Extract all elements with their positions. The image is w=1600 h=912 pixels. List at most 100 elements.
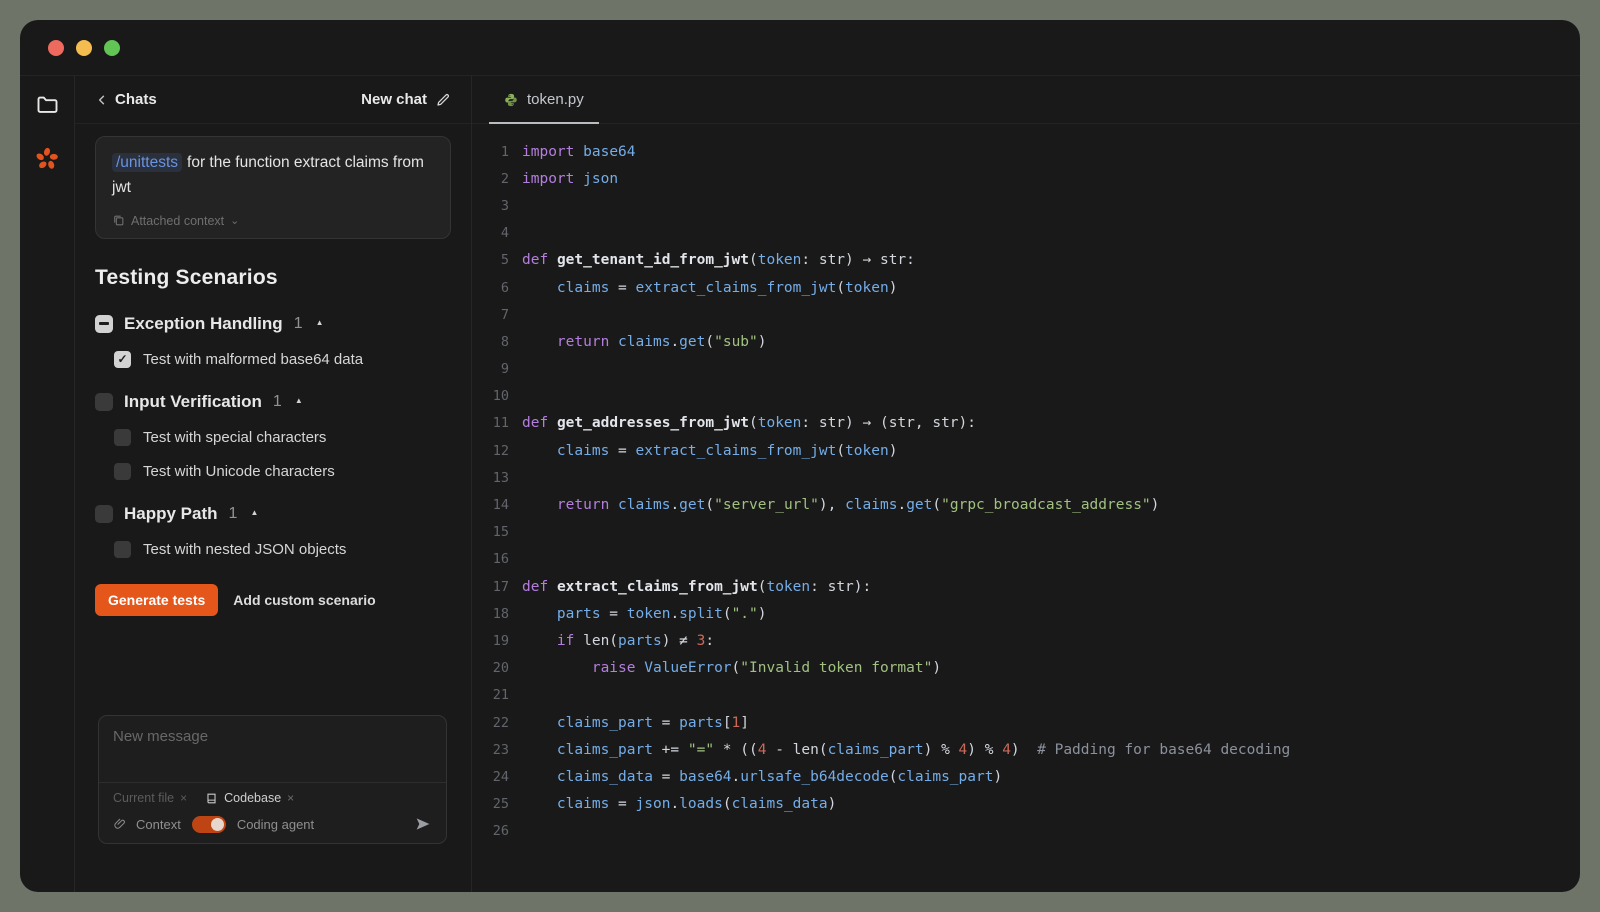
code-token: def [522, 252, 548, 268]
code-editor[interactable]: 1import base642import json345def get_ten… [472, 124, 1580, 892]
code-token: += [653, 742, 688, 758]
code-token: "=" [688, 742, 714, 758]
line-number: 8 [472, 334, 522, 350]
scenario-item: Test with malformed base64 data [95, 351, 451, 368]
code-line: 11def get_addresses_from_jwt(token: str)… [472, 410, 1580, 437]
window-controls [48, 40, 120, 56]
scenario-group-header[interactable]: Exception Handling1▲ [95, 314, 451, 334]
code-token: "." [732, 606, 758, 622]
code-line-content: import json [522, 171, 618, 187]
code-token: ( [732, 660, 741, 676]
current-file-chip[interactable]: Current file × [113, 791, 187, 805]
code-token: ( [705, 497, 714, 513]
collapse-caret-icon[interactable]: ▲ [295, 396, 303, 405]
code-token: get [679, 497, 705, 513]
slash-command-chip: /unittests [112, 153, 182, 172]
group-label: Input Verification [124, 392, 262, 412]
code-token: if [557, 633, 574, 649]
context-button[interactable]: Context [136, 817, 181, 832]
code-line: 13 [472, 464, 1580, 491]
group-checkbox[interactable] [95, 393, 113, 411]
attached-context-toggle[interactable]: Attached context ⌄ [112, 214, 434, 228]
code-line-content: claims = extract_claims_from_jwt(token) [522, 443, 897, 459]
group-label: Exception Handling [124, 314, 283, 334]
remove-chip-icon[interactable]: × [180, 791, 187, 805]
code-token: = [609, 443, 635, 459]
code-token: ( [932, 497, 941, 513]
send-icon [414, 815, 432, 833]
zoom-window-button[interactable] [104, 40, 120, 56]
code-token: token [845, 280, 889, 296]
line-number: 24 [472, 769, 522, 785]
close-window-button[interactable] [48, 40, 64, 56]
message-composer: Current file × Codebase × Context [98, 715, 447, 844]
tab-token-py[interactable]: token.py [489, 76, 599, 123]
pencil-icon [435, 92, 451, 108]
code-line: 7 [472, 301, 1580, 328]
chat-header: Chats New chat [75, 76, 471, 124]
remove-chip-icon[interactable]: × [287, 791, 294, 805]
item-checkbox[interactable] [114, 541, 131, 558]
code-token: - len( [766, 742, 827, 758]
chat-body: /unittestsfor the function extract claim… [75, 124, 471, 892]
code-token: extract_claims_from_jwt [636, 280, 837, 296]
item-checkbox[interactable] [114, 429, 131, 446]
augment-flower-icon[interactable] [34, 146, 60, 172]
code-token: def [522, 415, 548, 431]
collapse-caret-icon[interactable]: ▲ [250, 508, 258, 517]
code-token: ) [758, 334, 767, 350]
line-number: 13 [472, 470, 522, 486]
coding-agent-toggle[interactable] [192, 816, 226, 833]
code-token: ( [836, 280, 845, 296]
back-to-chats-button[interactable]: Chats [95, 91, 157, 108]
code-token: ) [828, 796, 837, 812]
item-checkbox[interactable] [114, 351, 131, 368]
code-token: ) [1151, 497, 1160, 513]
code-token [522, 633, 557, 649]
group-checkbox[interactable] [95, 505, 113, 523]
scenario-group-header[interactable]: Happy Path1▲ [95, 504, 451, 524]
user-message-card[interactable]: /unittestsfor the function extract claim… [95, 136, 451, 239]
line-number: 19 [472, 633, 522, 649]
code-token [636, 660, 645, 676]
code-token: = [653, 715, 679, 731]
user-message-text: /unittestsfor the function extract claim… [112, 151, 434, 201]
codebase-chip[interactable]: Codebase × [205, 791, 294, 805]
code-token: json [583, 171, 618, 187]
scenario-group: Exception Handling1▲ Test with malformed … [95, 314, 451, 368]
code-token: "server_url" [714, 497, 819, 513]
code-line: 10 [472, 383, 1580, 410]
send-message-button[interactable] [414, 815, 432, 833]
editor-tabbar: token.py [472, 76, 1580, 124]
code-token: ValueError [644, 660, 731, 676]
collapse-caret-icon[interactable]: ▲ [316, 318, 324, 327]
code-token: import [522, 144, 574, 160]
current-file-chip-label: Current file [113, 791, 174, 805]
code-token: . [670, 334, 679, 350]
code-token [522, 334, 557, 350]
minimize-window-button[interactable] [76, 40, 92, 56]
add-custom-scenario-button[interactable]: Add custom scenario [233, 592, 375, 608]
new-chat-button[interactable]: New chat [361, 91, 451, 108]
code-token: claims [557, 796, 609, 812]
code-token: get [679, 334, 705, 350]
line-number: 16 [472, 551, 522, 567]
group-checkbox[interactable] [95, 315, 113, 333]
scenario-group-header[interactable]: Input Verification1▲ [95, 392, 451, 412]
folder-icon[interactable] [34, 92, 60, 118]
line-number: 12 [472, 443, 522, 459]
item-checkbox[interactable] [114, 463, 131, 480]
code-line-content: claims_data = base64.urlsafe_b64decode(c… [522, 769, 1002, 785]
code-line-content: def get_tenant_id_from_jwt(token: str) →… [522, 252, 915, 268]
code-line: 20 raise ValueError("Invalid token forma… [472, 655, 1580, 682]
titlebar [20, 20, 1580, 75]
code-token: = [653, 769, 679, 785]
code-line: 24 claims_data = base64.urlsafe_b64decod… [472, 763, 1580, 790]
code-token [522, 742, 557, 758]
code-line: 9 [472, 356, 1580, 383]
generate-tests-button[interactable]: Generate tests [95, 584, 218, 616]
app-window: Chats New chat /unittestsfor the functio… [20, 20, 1580, 892]
code-token: claims [618, 497, 670, 513]
new-message-input[interactable] [99, 716, 446, 782]
code-line-content: claims_part = parts[1] [522, 715, 749, 731]
